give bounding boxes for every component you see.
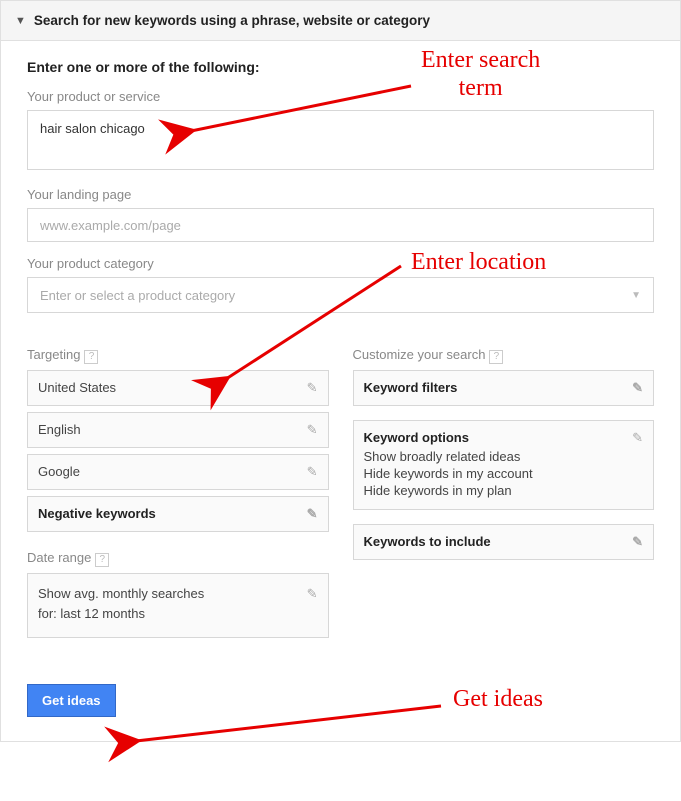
pencil-icon: ✎ bbox=[307, 380, 318, 396]
help-icon[interactable]: ? bbox=[84, 350, 98, 364]
keyword-option-broadly: Show broadly related ideas bbox=[364, 449, 644, 464]
keyword-option-hide-plan: Hide keywords in my plan bbox=[364, 483, 644, 498]
pencil-icon: ✎ bbox=[632, 430, 643, 446]
targeting-network[interactable]: Google ✎ bbox=[27, 454, 329, 490]
keywords-include-title: Keywords to include bbox=[364, 534, 491, 549]
landing-label: Your landing page bbox=[27, 187, 654, 202]
get-ideas-button[interactable]: Get ideas bbox=[27, 684, 116, 717]
customize-label: Customize your search? bbox=[353, 347, 655, 364]
category-label: Your product category bbox=[27, 256, 654, 271]
panel-title: Search for new keywords using a phrase, … bbox=[34, 13, 430, 28]
right-column: Customize your search? Keyword filters ✎… bbox=[353, 333, 655, 717]
targeting-negative[interactable]: Negative keywords ✎ bbox=[27, 496, 329, 532]
pencil-icon: ✎ bbox=[307, 584, 318, 604]
keywords-include-box[interactable]: Keywords to include ✎ bbox=[353, 524, 655, 560]
pencil-icon: ✎ bbox=[632, 534, 643, 550]
dropdown-arrow-icon: ▼ bbox=[631, 290, 641, 301]
product-input[interactable] bbox=[27, 110, 654, 170]
keyword-option-hide-account: Hide keywords in my account bbox=[364, 466, 644, 481]
pencil-icon: ✎ bbox=[307, 464, 318, 480]
targeting-location-value: United States bbox=[38, 380, 116, 395]
panel-header[interactable]: ▼ Search for new keywords using a phrase… bbox=[1, 1, 680, 41]
targeting-negative-label: Negative keywords bbox=[38, 506, 156, 521]
daterange-label: Date range? bbox=[27, 550, 329, 567]
pencil-icon: ✎ bbox=[632, 380, 643, 396]
pencil-icon: ✎ bbox=[307, 506, 318, 522]
daterange-line1: Show avg. monthly searches bbox=[38, 584, 318, 604]
landing-page-input[interactable] bbox=[27, 208, 654, 242]
keyword-filters-title: Keyword filters bbox=[364, 380, 458, 395]
keyword-options-box[interactable]: ✎ Keyword options Show broadly related i… bbox=[353, 420, 655, 510]
targeting-language[interactable]: English ✎ bbox=[27, 412, 329, 448]
pencil-icon: ✎ bbox=[307, 422, 318, 438]
keyword-filters-box[interactable]: Keyword filters ✎ bbox=[353, 370, 655, 406]
keyword-planner-panel: ▼ Search for new keywords using a phrase… bbox=[0, 0, 681, 742]
help-icon[interactable]: ? bbox=[489, 350, 503, 364]
daterange-line2: for: last 12 months bbox=[38, 604, 318, 624]
targeting-location[interactable]: United States ✎ bbox=[27, 370, 329, 406]
category-placeholder: Enter or select a product category bbox=[40, 288, 235, 303]
targeting-language-value: English bbox=[38, 422, 81, 437]
help-icon[interactable]: ? bbox=[95, 553, 109, 567]
product-label: Your product or service bbox=[27, 89, 654, 104]
intro-title: Enter one or more of the following: bbox=[27, 59, 654, 75]
panel-body: Enter one or more of the following: Your… bbox=[1, 41, 680, 741]
product-category-select[interactable]: Enter or select a product category ▼ bbox=[27, 277, 654, 313]
targeting-label: Targeting? bbox=[27, 347, 329, 364]
keyword-options-title: Keyword options bbox=[364, 430, 644, 445]
targeting-network-value: Google bbox=[38, 464, 80, 479]
left-column: Targeting? United States ✎ English ✎ Goo… bbox=[27, 333, 329, 717]
daterange-box[interactable]: ✎ Show avg. monthly searches for: last 1… bbox=[27, 573, 329, 638]
collapse-caret-icon: ▼ bbox=[15, 15, 26, 27]
